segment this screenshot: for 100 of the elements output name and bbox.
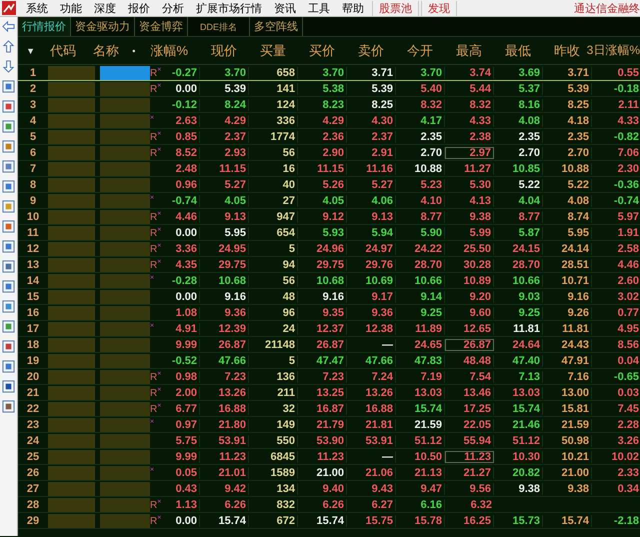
menu-item[interactable]: 扩展市场行情 [190, 0, 268, 16]
column-header[interactable]: 涨幅% [138, 42, 188, 60]
row-number: 21 [26, 386, 40, 398]
row-number: 14 [26, 274, 40, 286]
table-cell: 7.13 [494, 370, 543, 382]
tab[interactable]: DDE排名 [188, 17, 250, 36]
square-icon[interactable] [2, 320, 15, 333]
square-icon[interactable] [2, 340, 15, 353]
column-header[interactable]: 最高 [433, 42, 482, 60]
column-header[interactable]: 买价 [286, 42, 335, 60]
app-logo-icon[interactable] [2, 1, 16, 15]
table-cell: 2.90 [298, 146, 347, 158]
table-cell: 4.29 [298, 114, 347, 126]
table-cell: 24.14 [543, 242, 592, 254]
square-icon[interactable] [2, 360, 15, 373]
table-cell: 336 [249, 114, 298, 126]
table-cell: 0.00 [164, 226, 200, 238]
menu-item[interactable]: 发现 [421, 0, 457, 16]
square-icon[interactable] [2, 260, 15, 273]
table-cell: 10.88 [396, 162, 445, 174]
square-icon[interactable] [2, 140, 15, 153]
table-cell: 56 [249, 146, 298, 158]
table-cell: 15.73 [494, 514, 543, 526]
table-cell-text: -0.18 [612, 82, 640, 94]
table-cell: 5.94 [347, 226, 396, 238]
menu-item[interactable]: 工具 [302, 0, 336, 16]
row-number: 24 [26, 434, 40, 446]
menu-item[interactable]: 报价 [122, 0, 156, 16]
table-cell: 5.95 [200, 226, 249, 238]
arrow-down-icon[interactable] [2, 60, 15, 73]
table-cell: 10.68 [200, 274, 249, 286]
table-cell: 30.28 [445, 258, 494, 270]
arrow-up-icon[interactable] [2, 40, 15, 53]
column-header[interactable]: 最低 [482, 42, 531, 60]
table-cell: 6.26 [298, 498, 347, 510]
menu-item[interactable]: 功能 [54, 0, 88, 16]
table-cell: 11.81 [494, 322, 543, 334]
square-icon[interactable] [2, 380, 15, 393]
tab[interactable]: 资金驱动力 [71, 17, 135, 36]
menu-item[interactable]: 帮助 [336, 0, 370, 16]
table-cell: 8.74 [543, 210, 592, 222]
square-icon[interactable] [2, 300, 15, 313]
column-header[interactable]: 卖价 [335, 42, 384, 60]
table-cell: 10.66 [494, 274, 543, 286]
column-header[interactable]: 3日涨幅% [580, 42, 640, 59]
menu-item[interactable]: 分析 [156, 0, 190, 16]
table-cell: 11.89 [396, 322, 445, 334]
square-icon[interactable] [2, 400, 15, 413]
menu-item[interactable]: 系统 [20, 0, 54, 16]
square-icon[interactable] [2, 220, 15, 233]
tab[interactable]: 资金博弈 [135, 17, 188, 36]
square-icon[interactable] [2, 180, 15, 193]
square-icon[interactable] [2, 100, 15, 113]
table-cell: 4.10 [396, 194, 445, 206]
table-cell: 2.36 [298, 130, 347, 142]
table-cell: 11.81 [543, 322, 592, 334]
table-cell: 21.13 [396, 466, 445, 478]
table-cell: 15.74 [494, 402, 543, 414]
tab[interactable]: 多空阵线 [250, 17, 304, 36]
column-header[interactable]: 名称 [82, 42, 130, 60]
table-cell: 5.37 [494, 82, 543, 94]
column-header[interactable]: 买量 [237, 42, 286, 60]
square-icon[interactable] [2, 160, 15, 173]
column-header[interactable]: 代码 [43, 42, 83, 60]
table-cell: 3.74 [445, 66, 494, 78]
pixelated-block [48, 370, 95, 384]
square-icon[interactable] [2, 120, 15, 133]
table-cell: 12.65 [445, 322, 494, 334]
column-header[interactable]: 今开 [384, 42, 433, 60]
table-cell-text: 3.26 [616, 434, 640, 446]
table-cell: 4.35 [164, 258, 200, 270]
table-cell: 5.38 [298, 82, 347, 94]
table-cell: -0.52 [164, 354, 200, 366]
pixelated-block [48, 66, 95, 80]
table-cell: 48.48 [445, 354, 494, 366]
menu-item[interactable]: 深度 [88, 0, 122, 16]
table-cell: 5.39 [543, 82, 592, 94]
tab[interactable]: 行情报价 [18, 17, 71, 36]
arrow-left-icon[interactable] [2, 20, 15, 33]
column-menu-icon[interactable]: ▼ [18, 46, 44, 56]
table-cell-text: 2.60 [616, 274, 640, 286]
column-header[interactable]: 现价 [188, 42, 237, 60]
menu-item[interactable]: 资讯 [268, 0, 302, 16]
square-icon[interactable] [2, 240, 15, 253]
menu-item[interactable]: 股票池 [372, 0, 419, 16]
square-icon[interactable] [2, 80, 15, 93]
square-icon[interactable] [2, 280, 15, 293]
brand-title: 通达信金融终 [574, 2, 640, 16]
table-cell: 24.65 [396, 338, 445, 350]
table-cell: 16.25 [445, 514, 494, 526]
square-icon[interactable] [2, 200, 15, 213]
column-header[interactable]: 昨收 [531, 42, 580, 60]
table-cell: 3.70 [396, 66, 445, 78]
table-cell: 15.74 [543, 514, 592, 526]
table-cell: 8.24 [200, 98, 249, 110]
table-cell: 136 [249, 370, 298, 382]
table-cell: 0.05 [164, 466, 200, 478]
table-cell: 2.63 [164, 114, 200, 126]
table-cell: 9.36 [200, 306, 249, 318]
table-cell-text: 2.33 [616, 466, 640, 478]
